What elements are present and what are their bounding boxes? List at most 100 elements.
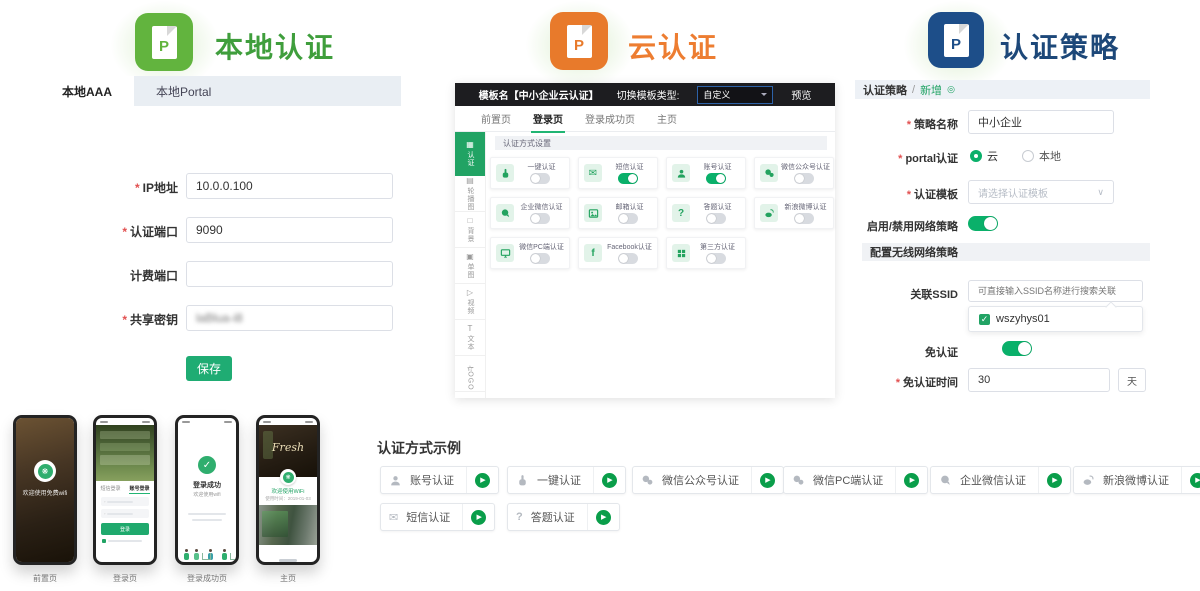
people-illustration [178,536,236,562]
example-sms-auth-button[interactable]: ✉ 短信认证 ▶ [380,503,495,531]
free-auth-time-input[interactable] [968,368,1110,392]
example-quiz-auth-button[interactable]: ? 答题认证 ▶ [507,503,620,531]
monitor-icon [496,244,514,262]
play-icon[interactable]: ▶ [1190,473,1200,488]
play-icon[interactable]: ▶ [596,510,611,525]
background-icon: □ [468,217,473,225]
method-toggle[interactable] [530,213,550,224]
weibo-icon [1082,474,1095,487]
policy-title: 认证策略 [1000,26,1120,66]
tab-local-portal[interactable]: 本地Portal [134,76,233,106]
free-auth-toggle[interactable] [1002,341,1032,356]
sidebar-item-text[interactable]: T 文本 [455,320,485,356]
user-icon [389,474,402,487]
method-toggle[interactable] [618,173,638,184]
free-auth-time-unit: 天 [1118,368,1146,392]
switch-type-label: 切换模板类型: [617,87,680,102]
checkbox-checked-icon[interactable]: ✓ [979,314,990,325]
portal-radio-local[interactable]: 本地 [1022,148,1061,164]
sidebar-item-background[interactable]: □ 背景 [455,212,485,248]
user-icon [672,164,690,182]
policy-name-label: *策略名称 [838,116,958,132]
example-onekey-auth-button[interactable]: 一键认证 ▶ [507,466,626,494]
ssid-label: 关联SSID [838,286,958,302]
method-card: f Facebook认证 [578,237,658,269]
play-icon[interactable]: ▶ [904,473,919,488]
auth-template-label: *认证模板 [838,186,958,202]
preview-button[interactable]: 预览 [791,87,811,102]
example-weibo-auth-button[interactable]: 新浪微博认证 ▶ [1073,466,1200,494]
cloud-auth-title: 云认证 [628,26,718,66]
play-icon[interactable]: ▶ [760,473,775,488]
carousel-icon: ▤ [466,177,474,185]
tab-home-page[interactable]: 主页 [657,111,677,126]
play-icon[interactable]: ▶ [475,473,490,488]
breadcrumb: 认证策略 / 新增 ◎ [855,80,1150,99]
ip-address-label: *IP地址 [40,179,178,196]
radio-icon [970,150,982,162]
free-auth-label: 免认证 [838,344,958,360]
tab-pre-page[interactable]: 前置页 [481,111,511,126]
sidebar-item-video[interactable]: ▷ 视频 [455,284,485,320]
example-wecom-auth-button[interactable]: 企业微信认证 ▶ [930,466,1071,494]
sidebar-item-logo[interactable]: ☆ LOGO [455,356,485,392]
wechat-icon [792,474,805,487]
portal-radio-cloud[interactable]: 云 [970,148,998,164]
question-icon: ? [672,204,690,222]
method-toggle[interactable] [530,253,550,264]
sidebar-item-carousel[interactable]: ▤ 轮播图 [455,176,485,212]
method-toggle[interactable] [618,253,638,264]
method-toggle[interactable] [618,213,638,224]
success-text: 登录成功 [178,480,236,490]
example-account-auth-button[interactable]: 账号认证 ▶ [380,466,499,494]
cloud-auth-doc-icon: P [550,12,608,70]
template-topbar: 模板名【中小企业云认证】 切换模板类型: 自定义 预览 [455,83,835,106]
image-icon [584,204,602,222]
tab-login-success-page[interactable]: 登录成功页 [585,111,635,126]
weibo-icon [760,204,778,222]
play-icon[interactable]: ▶ [602,473,617,488]
method-card: 微信公众号认证 [754,157,834,189]
method-card: 第三方认证 [666,237,746,269]
question-icon: ? [516,511,523,523]
method-toggle[interactable] [794,173,814,184]
method-card: ? 答题认证 [666,197,746,229]
text-icon: T [468,325,473,333]
tab-login-page[interactable]: 登录页 [533,111,563,126]
example-wechat-official-auth-button[interactable]: 微信公众号认证 ▶ [632,466,784,494]
user-icon: ◦ [104,499,105,504]
shared-key-input[interactable]: laBlua-i8 [186,305,393,331]
wecom-icon [939,474,952,487]
method-toggle[interactable] [706,173,726,184]
location-icon: ◎ [947,84,955,95]
lock-icon: ◦ [104,511,105,516]
method-toggle[interactable] [530,173,550,184]
tab-local-aaa[interactable]: 本地AAA [40,76,134,106]
ssid-option[interactable]: wszyhys01 [996,313,1050,325]
auth-template-select[interactable]: 请选择认证模板 ∨ [968,180,1114,204]
play-icon: ▷ [467,289,473,297]
billing-port-input[interactable] [186,261,393,287]
enable-network-policy-toggle[interactable] [968,216,998,231]
method-toggle[interactable] [706,253,726,264]
ip-address-input[interactable] [186,173,393,199]
auth-methods-section-title: 认证方式设置 [495,136,827,150]
ssid-search-input[interactable] [968,280,1143,302]
local-auth-title: 本地认证 [215,26,335,66]
sidebar-item-auth[interactable]: ▦ 认证 [455,132,485,176]
example-wechat-pc-auth-button[interactable]: 微信PC端认证 ▶ [783,466,928,494]
sidebar-item-single-image[interactable]: ▣ 单图 [455,248,485,284]
play-icon[interactable]: ▶ [1047,473,1062,488]
template-type-select[interactable]: 自定义 [697,86,773,104]
save-button[interactable]: 保存 [186,356,232,381]
phone-preview-login-page: 短信登录 账号登录 ◦ ◦ 登录 [93,415,157,565]
method-toggle[interactable] [794,213,814,224]
mail-icon: ✉ [389,511,398,524]
auth-port-input[interactable] [186,217,393,243]
play-icon[interactable]: ▶ [471,510,486,525]
phone-caption: 前置页 [10,573,80,584]
phone-caption: 登录页 [90,573,160,584]
phone-preview-pre-page: ❋ 欢迎使用免费wifi [13,415,77,565]
method-toggle[interactable] [706,213,726,224]
policy-name-input[interactable] [968,110,1114,134]
